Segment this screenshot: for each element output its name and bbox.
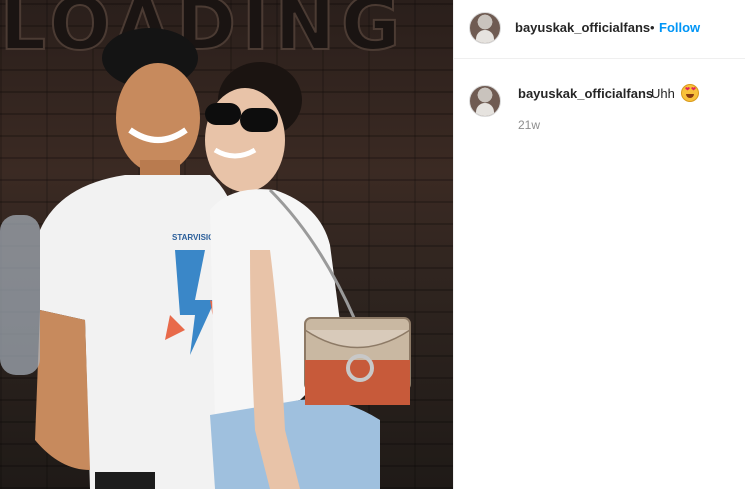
woman-sunglasses-left — [205, 103, 241, 125]
avatar[interactable] — [469, 12, 501, 44]
header-username[interactable]: bayuskak_officialfans — [515, 20, 650, 35]
comment-username[interactable]: bayuskak_officialfans — [518, 86, 653, 101]
handbag-strap-red — [305, 360, 410, 405]
man-pants — [95, 472, 155, 489]
man-arm — [35, 310, 90, 470]
follow-button[interactable]: Follow — [659, 20, 700, 35]
woman-sunglasses-right — [240, 108, 278, 132]
post-photo[interactable]: LOADING STARVISION — [0, 0, 453, 489]
couple-illustration: STARVISION — [0, 28, 411, 489]
background-figure — [0, 215, 40, 375]
comment-avatar[interactable] — [469, 85, 501, 117]
separator-dot: • — [650, 20, 655, 35]
post-header: bayuskak_officialfans • Follow — [454, 0, 745, 59]
heart-eyes-emoji-icon — [681, 84, 699, 102]
comment-time[interactable]: 21w — [518, 118, 540, 132]
post-side-panel: bayuskak_officialfans • Follow bayuskak_… — [453, 0, 745, 489]
comment-text: Uhh — [651, 86, 675, 101]
man-face — [116, 63, 200, 173]
